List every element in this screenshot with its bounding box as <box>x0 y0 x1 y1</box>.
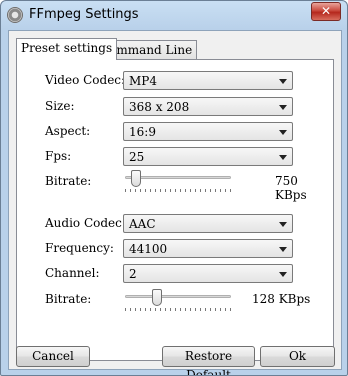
channel-label: Channel: <box>45 266 100 280</box>
frequency-value: 44100 <box>129 242 168 256</box>
slider-ticks <box>125 189 231 192</box>
audio-bitrate-slider[interactable] <box>125 289 231 315</box>
video-bitrate-value: 750 KBps <box>275 174 307 202</box>
video-codec-value: MP4 <box>129 74 157 88</box>
slider-track <box>125 295 231 298</box>
chevron-down-icon <box>279 272 287 277</box>
frequency-label: Frequency: <box>45 241 114 255</box>
size-label: Size: <box>45 99 75 113</box>
fps-select[interactable]: 25 <box>123 147 293 166</box>
close-button[interactable]: ✕ <box>311 2 341 21</box>
window-title: FFmpeg Settings <box>29 7 139 22</box>
slider-thumb[interactable] <box>131 170 141 187</box>
close-icon: ✕ <box>320 4 332 18</box>
preset-settings-panel: Video Codec: MP4 Size: 368 x 208 Aspect:… <box>16 59 334 361</box>
audio-codec-value: AAC <box>129 217 156 231</box>
video-bitrate-slider[interactable] <box>125 170 231 196</box>
slider-thumb[interactable] <box>152 289 162 306</box>
chevron-down-icon <box>279 155 287 160</box>
video-codec-select[interactable]: MP4 <box>123 71 293 90</box>
chevron-down-icon <box>279 105 287 110</box>
cancel-button[interactable]: Cancel <box>16 346 90 367</box>
size-value: 368 x 208 <box>129 100 190 114</box>
audio-bitrate-label: Bitrate: <box>45 292 92 306</box>
fps-value: 25 <box>129 150 145 164</box>
aspect-label: Aspect: <box>45 124 91 138</box>
video-codec-label: Video Codec: <box>45 73 126 87</box>
video-bitrate-label: Bitrate: <box>45 174 92 188</box>
frequency-select[interactable]: 44100 <box>123 239 293 258</box>
slider-ticks <box>125 308 231 311</box>
aspect-select[interactable]: 16:9 <box>123 122 293 141</box>
title-bar[interactable]: FFmpeg Settings ✕ <box>1 1 347 29</box>
ok-button[interactable]: Ok <box>260 346 335 367</box>
audio-bitrate-value: 128 KBps <box>252 292 311 306</box>
fps-label: Fps: <box>45 149 72 163</box>
restore-default-button[interactable]: Restore Default <box>162 346 255 375</box>
chevron-down-icon <box>279 130 287 135</box>
tab-label: Preset settings <box>21 41 113 55</box>
settings-window: FFmpeg Settings ✕ Preset settings Comman… <box>0 0 348 376</box>
dialog-client-area: Preset settings Command Line Video Codec… <box>8 30 342 375</box>
audio-codec-label: Audio Codec: <box>45 216 126 230</box>
channel-value: 2 <box>129 267 137 281</box>
size-select[interactable]: 368 x 208 <box>123 97 293 116</box>
chevron-down-icon <box>279 222 287 227</box>
chevron-down-icon <box>279 247 287 252</box>
audio-codec-select[interactable]: AAC <box>123 214 293 233</box>
tab-preset-settings[interactable]: Preset settings <box>16 38 118 60</box>
aspect-value: 16:9 <box>129 125 156 139</box>
chevron-down-icon <box>279 79 287 84</box>
gear-icon <box>7 7 23 23</box>
channel-select[interactable]: 2 <box>123 264 293 283</box>
